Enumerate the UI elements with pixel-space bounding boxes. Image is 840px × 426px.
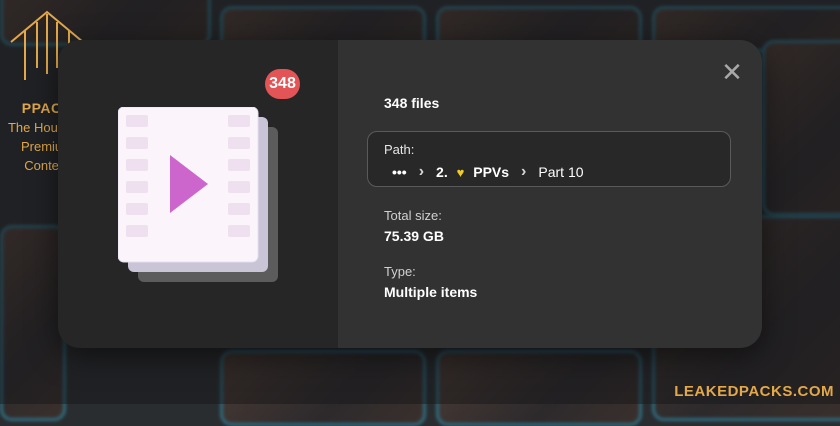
path-box: Path: ••• › 2. ♥ PPVs › Part 10 bbox=[367, 131, 731, 187]
file-info-dialog: 348 ✕ 348 files Path: ••• › 2. ♥ PPVs › … bbox=[58, 40, 762, 348]
dialog-preview-pane: 348 bbox=[58, 40, 338, 348]
breadcrumb-item-current[interactable]: Part 10 bbox=[538, 164, 583, 180]
total-size-value: 75.39 GB bbox=[384, 228, 444, 244]
heart-icon: ♥ bbox=[456, 165, 465, 180]
video-stack-icon bbox=[118, 107, 278, 282]
breadcrumb-ellipsis[interactable]: ••• bbox=[392, 164, 407, 180]
breadcrumb: ••• › 2. ♥ PPVs › Part 10 bbox=[392, 163, 584, 181]
chevron-right-icon: › bbox=[521, 163, 527, 180]
chevron-right-icon: › bbox=[418, 163, 425, 180]
site-watermark: LEAKEDPACKS.COM bbox=[674, 383, 834, 400]
total-size-label: Total size: bbox=[384, 208, 442, 223]
dialog-details-pane: ✕ 348 files Path: ••• › 2. ♥ PPVs › Part… bbox=[338, 40, 762, 348]
breadcrumb-item-label: PPVs bbox=[473, 164, 510, 180]
type-value: Multiple items bbox=[384, 284, 478, 300]
files-count: 348 files bbox=[384, 95, 440, 111]
item-count-badge: 348 bbox=[265, 69, 300, 99]
breadcrumb-item[interactable]: 2. ♥ PPVs bbox=[436, 164, 509, 180]
breadcrumb-item-label: 2. bbox=[436, 164, 448, 180]
close-button[interactable]: ✕ bbox=[720, 59, 744, 85]
type-label: Type: bbox=[384, 264, 416, 279]
path-label: Path: bbox=[384, 142, 415, 157]
